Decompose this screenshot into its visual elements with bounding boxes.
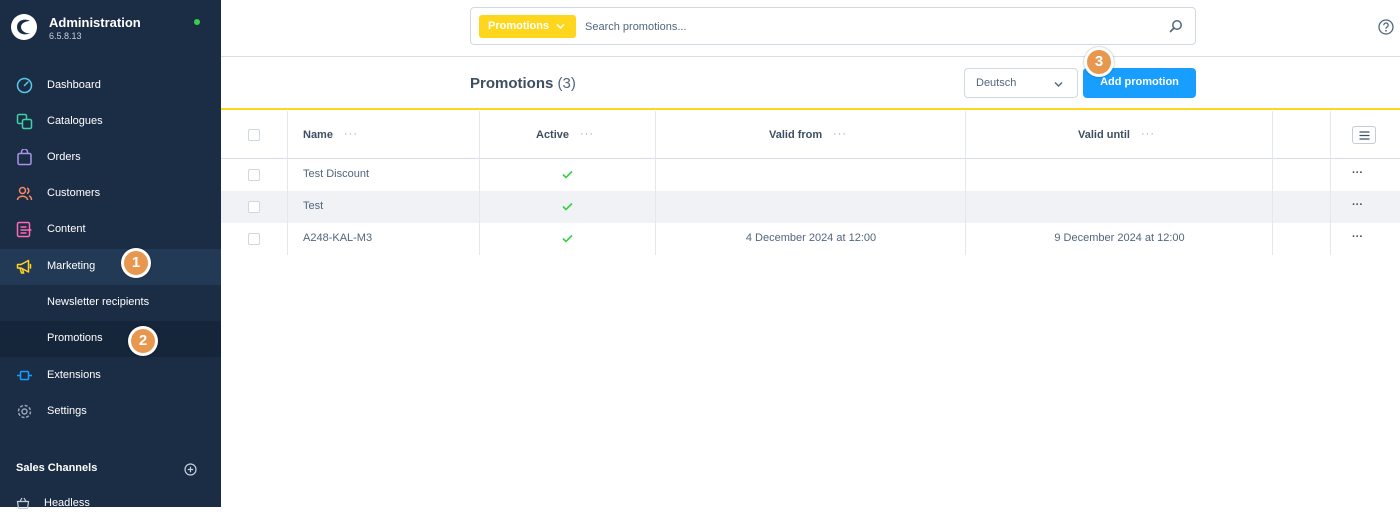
- step-badge-number: 1: [124, 251, 148, 275]
- row-checkbox[interactable]: [248, 169, 260, 181]
- catalogues-icon: [16, 113, 33, 130]
- step-badge-number: 3: [1087, 50, 1111, 74]
- sidebar-item-content[interactable]: Content: [0, 212, 221, 248]
- sidebar-item-extensions[interactable]: Extensions: [0, 358, 221, 394]
- sales-channels-heading: Sales Channels: [16, 462, 98, 474]
- sales-channel-label: Headless: [44, 497, 90, 509]
- online-status-indicator: [194, 19, 200, 25]
- column-divider: [287, 111, 288, 255]
- sidebar-subitem-label: Newsletter recipients: [47, 296, 150, 308]
- search-type-dropdown[interactable]: Promotions: [479, 15, 576, 38]
- search-icon[interactable]: [1169, 19, 1183, 33]
- table-row[interactable]: Test ···: [221, 191, 1400, 223]
- sidebar-item-label: Content: [47, 223, 86, 235]
- page-title-count: (3): [557, 75, 576, 92]
- smart-bar: Promotions (3) Deutsch Add promotion: [221, 57, 1400, 110]
- content-icon: [16, 221, 32, 238]
- row-context-menu-icon[interactable]: ···: [1352, 167, 1363, 179]
- cell-valid-until: 9 December 2024 at 12:00: [1054, 232, 1185, 244]
- sidebar-item-label: Marketing: [47, 260, 96, 272]
- sidebar-item-settings[interactable]: Settings: [0, 394, 221, 430]
- sidebar: Administration 6.5.8.13 Dashboard Catalo…: [0, 0, 221, 510]
- cell-name[interactable]: Test Discount: [303, 168, 369, 180]
- column-menu-icon[interactable]: ···: [833, 128, 847, 140]
- sidebar-item-orders[interactable]: Orders: [0, 140, 221, 176]
- orders-icon: [17, 149, 32, 166]
- sidebar-item-label: Customers: [47, 187, 101, 199]
- dashboard-icon: [16, 77, 33, 94]
- brand-header: Administration 6.5.8.13: [0, 0, 221, 56]
- row-context-menu-icon[interactable]: ···: [1352, 231, 1363, 243]
- table-row[interactable]: Test Discount ···: [221, 159, 1400, 191]
- row-checkbox[interactable]: [248, 201, 260, 213]
- cell-valid-from: 4 December 2024 at 12:00: [745, 232, 877, 244]
- extensions-icon: [17, 370, 32, 381]
- megaphone-icon: [16, 259, 32, 274]
- active-check-icon: [562, 170, 573, 179]
- table-row[interactable]: A248-KAL-M3 4 December 2024 at 12:00 9 D…: [221, 223, 1400, 255]
- column-divider: [655, 111, 656, 255]
- sidebar-item-dashboard[interactable]: Dashboard: [0, 68, 221, 104]
- chevron-down-icon: [556, 23, 565, 30]
- column-header-name[interactable]: Name: [303, 129, 333, 141]
- page-title: Promotions (3): [470, 75, 576, 92]
- active-check-icon: [562, 234, 573, 243]
- select-all-checkbox[interactable]: [248, 129, 260, 141]
- column-menu-icon[interactable]: ···: [580, 128, 594, 140]
- search-input[interactable]: [585, 17, 1145, 37]
- app-title: Administration: [49, 15, 141, 30]
- language-select-value: Deutsch: [976, 77, 1017, 89]
- row-context-menu-icon[interactable]: ···: [1352, 199, 1363, 211]
- top-bar: Promotions: [221, 0, 1400, 57]
- row-checkbox[interactable]: [248, 233, 260, 245]
- chevron-down-icon: [1054, 82, 1063, 87]
- column-divider: [1272, 111, 1273, 255]
- column-menu-icon[interactable]: ···: [344, 128, 358, 140]
- sidebar-item-label: Orders: [47, 151, 81, 163]
- column-divider: [1330, 111, 1331, 255]
- column-menu-icon[interactable]: ···: [1141, 128, 1155, 140]
- sidebar-subitem-promotions[interactable]: Promotions: [0, 321, 221, 357]
- language-select[interactable]: Deutsch: [964, 68, 1078, 98]
- help-icon[interactable]: [1378, 19, 1394, 35]
- app-version: 6.5.8.13: [49, 31, 82, 41]
- page-title-text: Promotions: [470, 75, 554, 92]
- column-header-active[interactable]: Active: [536, 129, 569, 141]
- list-icon: [1359, 131, 1370, 140]
- gear-icon: [17, 404, 32, 419]
- sidebar-item-customers[interactable]: Customers: [0, 176, 221, 212]
- cell-name[interactable]: A248-KAL-M3: [303, 232, 372, 244]
- sidebar-subitem-newsletter-recipients[interactable]: Newsletter recipients: [0, 285, 221, 321]
- column-divider: [479, 111, 480, 255]
- search-type-label: Promotions: [488, 20, 550, 32]
- step-badge: 2: [128, 326, 158, 356]
- sales-channel-item-headless[interactable]: Headless: [0, 492, 221, 512]
- sidebar-subitem-label: Promotions: [47, 332, 103, 344]
- shopware-logo-icon[interactable]: [11, 14, 37, 40]
- table-header-row: Name ··· Active ··· Valid from ··· Valid…: [221, 111, 1400, 159]
- step-badge: 3: [1084, 47, 1114, 77]
- sidebar-item-label: Catalogues: [47, 115, 103, 127]
- column-header-valid-until[interactable]: Valid until: [1078, 129, 1130, 141]
- sidebar-item-marketing[interactable]: Marketing: [0, 249, 221, 285]
- sidebar-item-label: Dashboard: [47, 79, 101, 91]
- step-badge: 1: [121, 248, 151, 278]
- column-header-valid-from[interactable]: Valid from: [769, 129, 822, 141]
- grid-settings-button[interactable]: [1352, 126, 1376, 144]
- add-promotion-button-label: Add promotion: [1100, 76, 1179, 88]
- sidebar-item-label: Settings: [47, 405, 87, 417]
- active-check-icon: [562, 202, 573, 211]
- sidebar-item-catalogues[interactable]: Catalogues: [0, 104, 221, 140]
- sidebar-item-label: Extensions: [47, 369, 101, 381]
- step-badge-number: 2: [131, 329, 155, 353]
- cell-name[interactable]: Test: [303, 200, 323, 212]
- column-divider: [965, 111, 966, 255]
- add-sales-channel-icon[interactable]: [184, 463, 197, 476]
- basket-icon: [16, 497, 30, 510]
- global-search-bar: Promotions: [470, 7, 1196, 45]
- customers-icon: [16, 186, 33, 201]
